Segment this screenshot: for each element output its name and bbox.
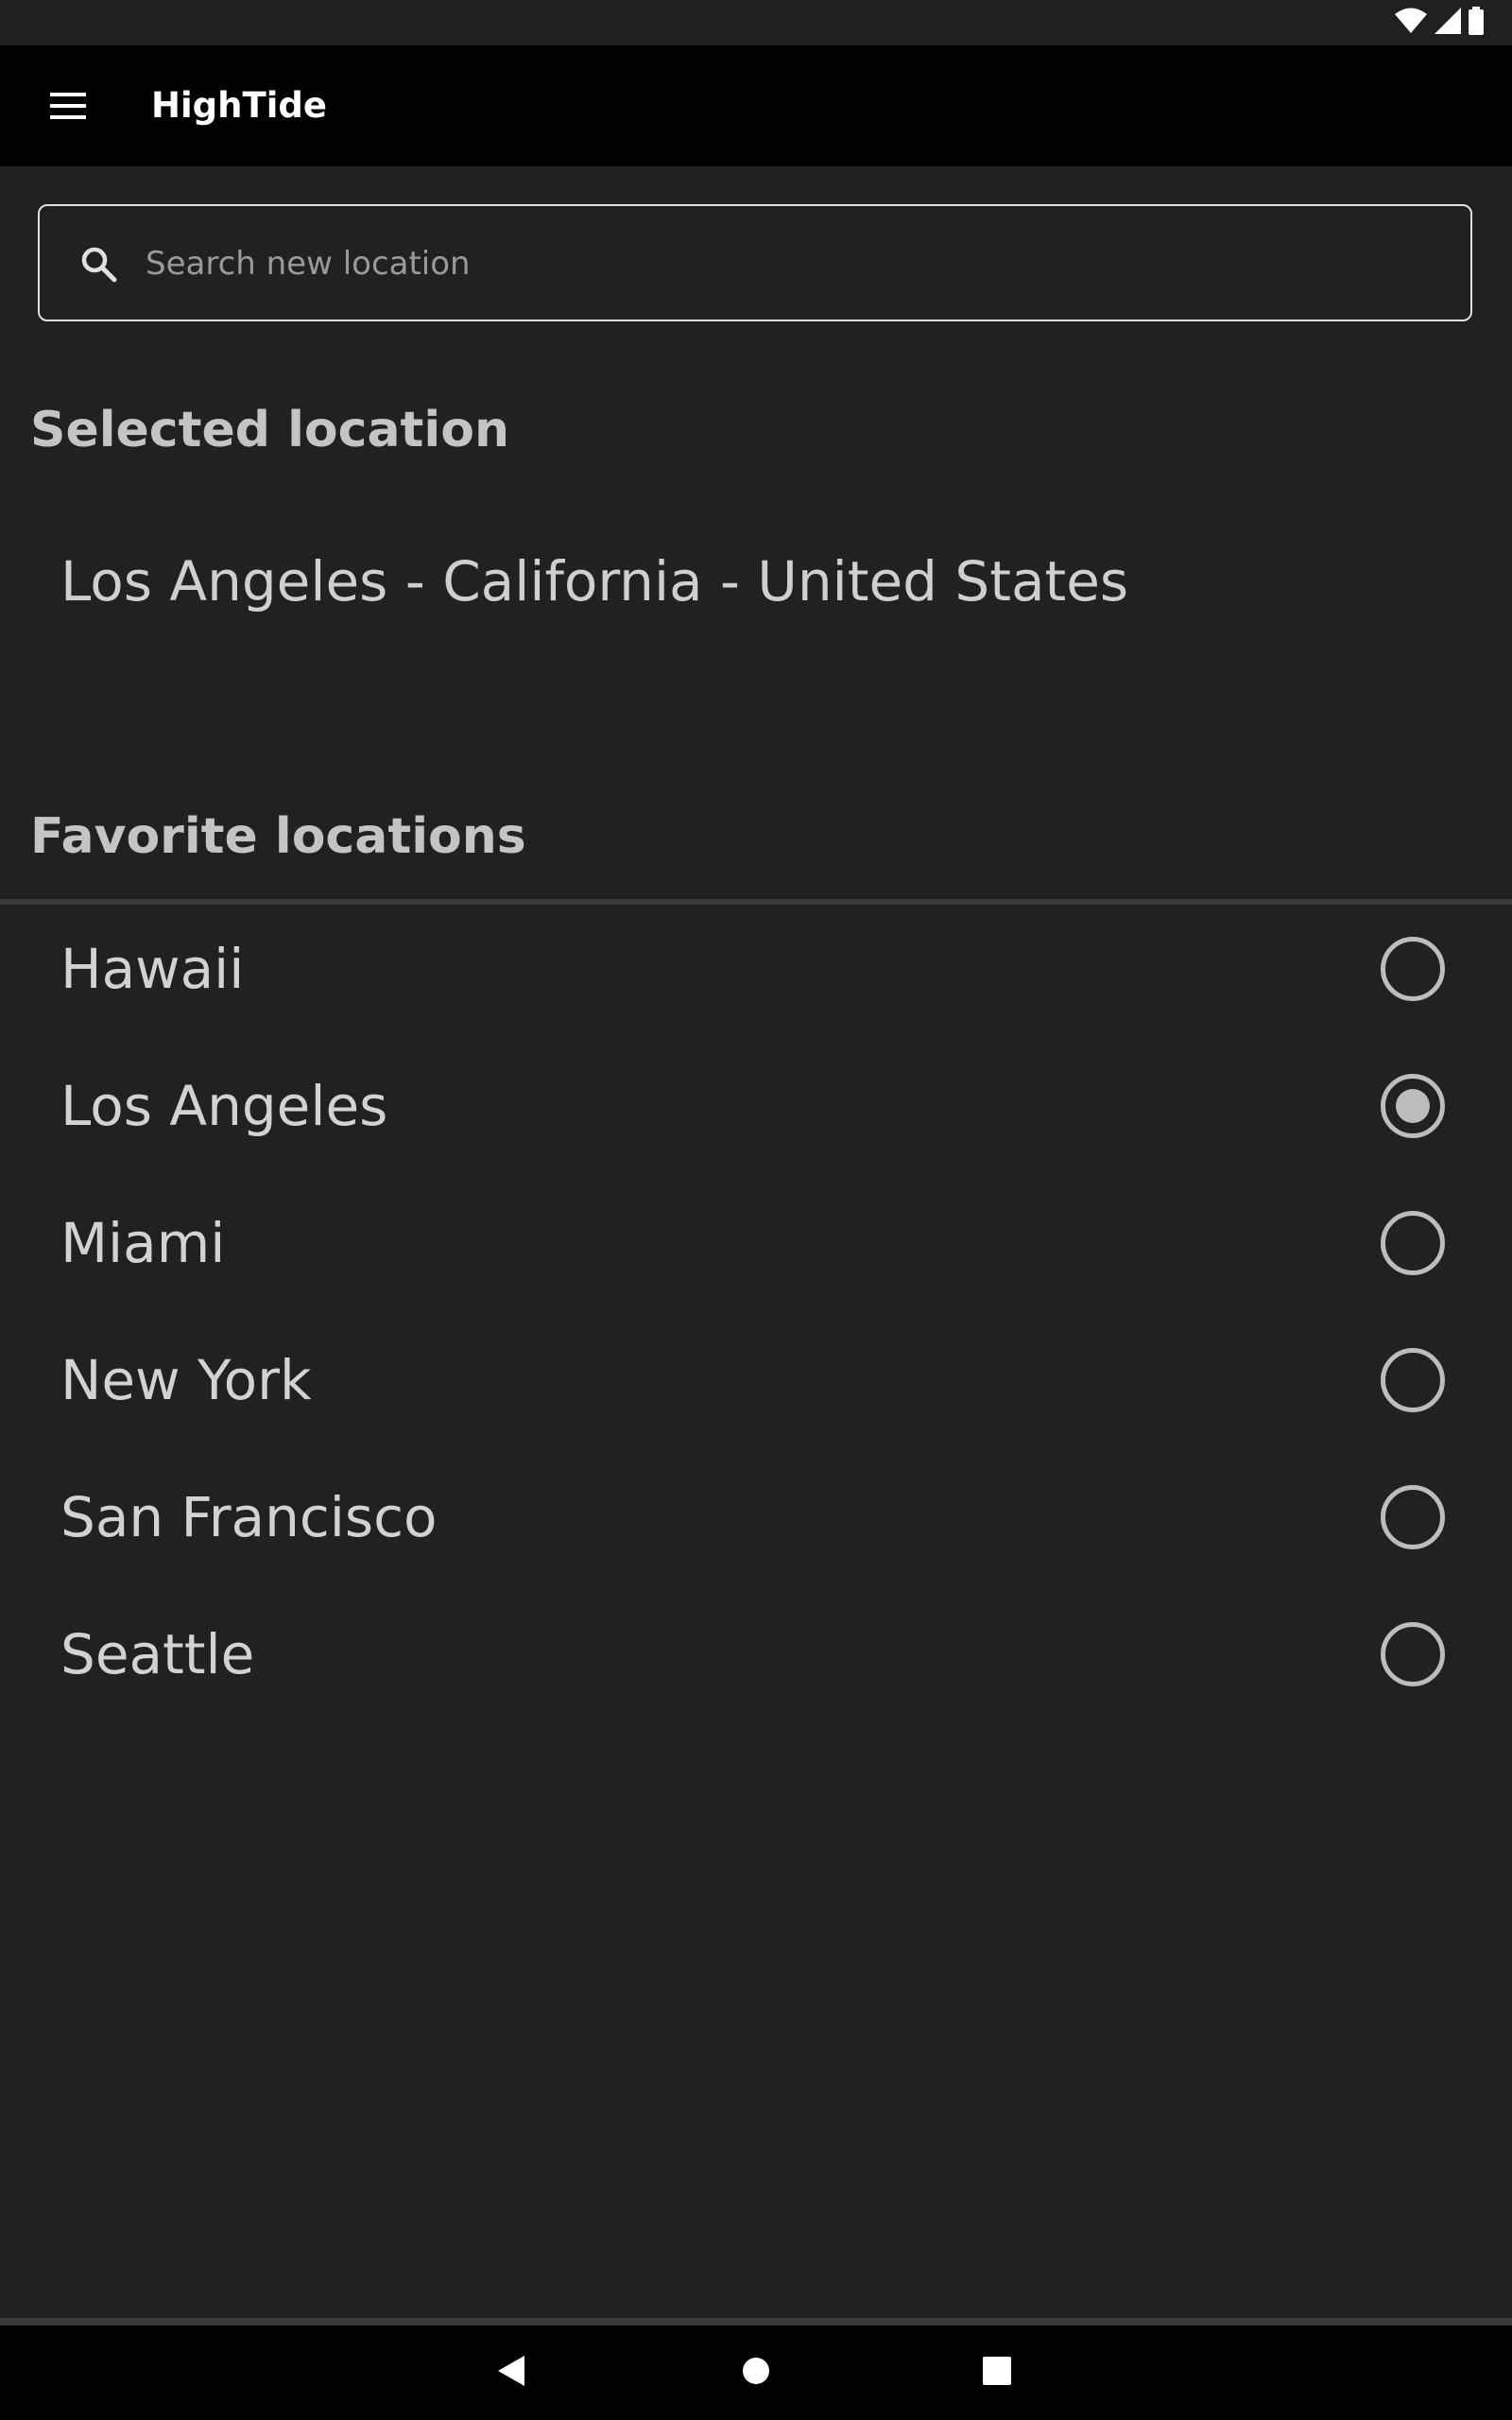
favorite-item-san-francisco[interactable]: San Francisco	[0, 1455, 1512, 1592]
favorite-item-label: San Francisco	[60, 1485, 438, 1549]
home-button[interactable]	[728, 2344, 784, 2401]
battery-icon	[1469, 7, 1484, 39]
radio-button[interactable]	[1381, 1211, 1445, 1275]
app-title: HighTide	[151, 85, 327, 126]
selected-location-value: Los Angeles - California - United States	[60, 549, 1129, 614]
system-nav-bar	[0, 2325, 1512, 2420]
section-divider	[0, 899, 1512, 905]
search-icon	[80, 246, 118, 284]
favorite-item-new-york[interactable]: New York	[0, 1318, 1512, 1455]
radio-button-selected[interactable]	[1381, 1074, 1445, 1138]
app-bar: HighTide	[0, 45, 1512, 166]
radio-button[interactable]	[1381, 1485, 1445, 1549]
radio-button[interactable]	[1381, 1348, 1445, 1412]
home-icon	[742, 2357, 770, 2389]
favorite-item-label: Hawaii	[60, 937, 245, 1001]
favorite-item-hawaii[interactable]: Hawaii	[0, 907, 1512, 1044]
status-icons	[1395, 7, 1484, 39]
favorite-item-label: Los Angeles	[60, 1074, 388, 1138]
favorite-item-miami[interactable]: Miami	[0, 1181, 1512, 1318]
hamburger-menu-icon	[50, 93, 86, 123]
radio-button[interactable]	[1381, 937, 1445, 1001]
back-icon	[498, 2356, 526, 2390]
favorite-item-seattle[interactable]: Seattle	[0, 1592, 1512, 1729]
status-bar	[0, 0, 1512, 45]
favorite-item-los-angeles[interactable]: Los Angeles	[0, 1044, 1512, 1181]
radio-button[interactable]	[1381, 1622, 1445, 1686]
favorite-locations-title: Favorite locations	[30, 808, 526, 865]
favorite-item-label: Miami	[60, 1211, 226, 1275]
back-button[interactable]	[484, 2344, 541, 2401]
cell-signal-icon	[1435, 8, 1461, 38]
selected-location-title: Selected location	[30, 402, 509, 458]
search-input[interactable]	[144, 234, 1423, 293]
recents-button[interactable]	[969, 2344, 1025, 2401]
recents-icon	[983, 2357, 1011, 2389]
menu-button[interactable]	[42, 81, 94, 134]
nav-divider	[0, 2318, 1512, 2325]
favorite-item-label: Seattle	[60, 1622, 255, 1686]
favorite-locations-list: Hawaii Los Angeles Miami New York San Fr…	[0, 907, 1512, 1729]
favorite-item-label: New York	[60, 1348, 312, 1412]
wifi-icon	[1395, 8, 1427, 38]
search-box[interactable]	[38, 204, 1472, 321]
